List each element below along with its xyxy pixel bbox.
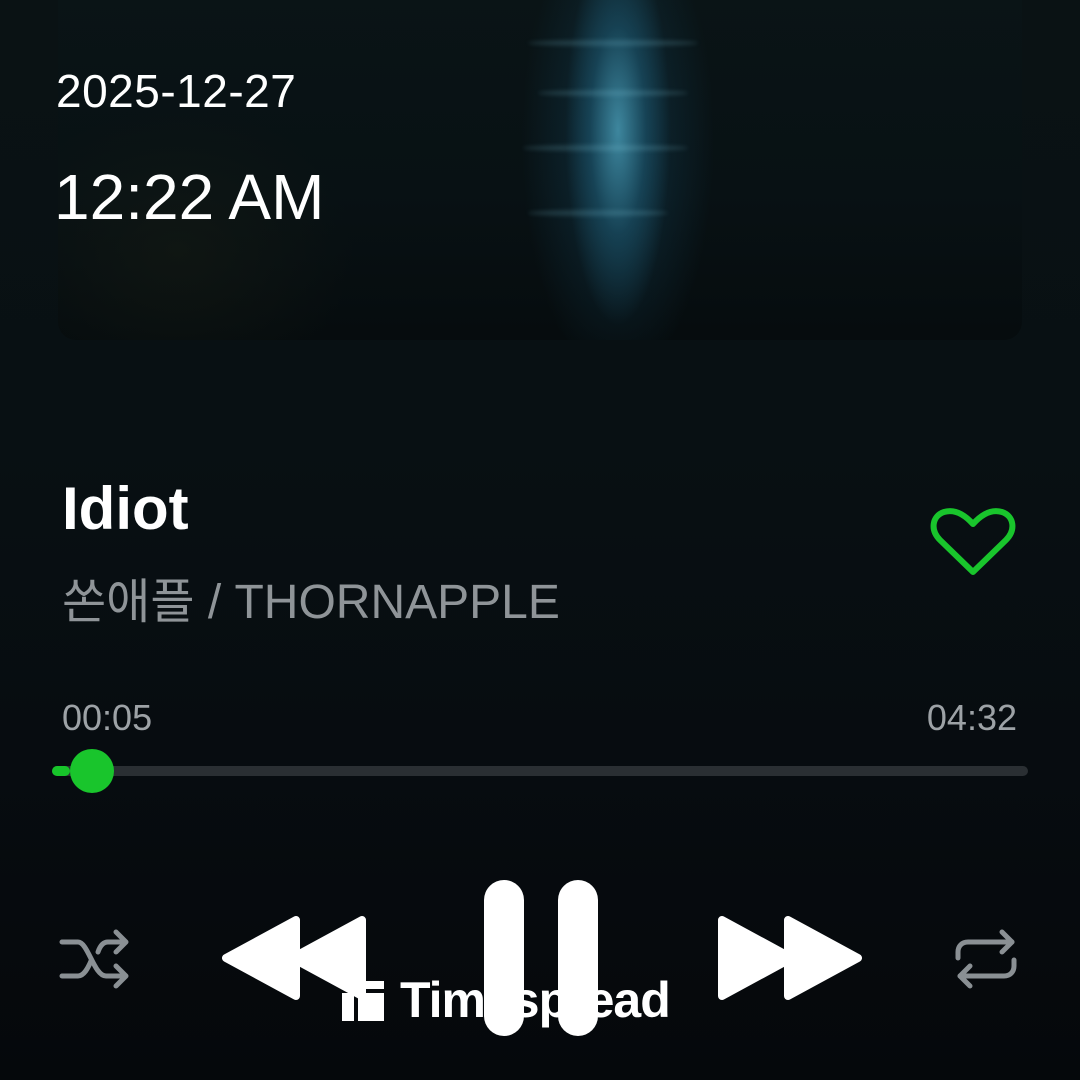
- player-screen: 2025-12-27 12:22 AM Idiot 쏜애플 / THORNAPP…: [0, 0, 1080, 1080]
- progress-bar[interactable]: [52, 749, 1028, 793]
- total-time: 04:32: [926, 697, 1017, 738]
- shuffle-button[interactable]: [58, 924, 134, 994]
- watermark: Timespread: [340, 972, 671, 1028]
- overlay-time: 12:22 AM: [54, 161, 325, 233]
- repeat-icon: [955, 929, 1017, 989]
- overlay-date: 2025-12-27: [56, 65, 297, 117]
- elapsed-time: 00:05: [62, 697, 153, 738]
- fast-forward-icon: [718, 916, 862, 1000]
- track-artist: 쏜애플 / THORNAPPLE: [62, 576, 560, 629]
- next-button[interactable]: [712, 912, 862, 1004]
- heart-icon: [930, 508, 1016, 575]
- watermark-text: Timespread: [400, 972, 671, 1028]
- track-title: Idiot: [62, 475, 189, 542]
- timespread-logo-icon: [342, 981, 384, 1021]
- shuffle-icon: [59, 929, 129, 989]
- progress-fill: [52, 766, 70, 776]
- progress-thumb[interactable]: [69, 749, 114, 793]
- repeat-button[interactable]: [948, 924, 1024, 994]
- like-button[interactable]: [928, 506, 1018, 580]
